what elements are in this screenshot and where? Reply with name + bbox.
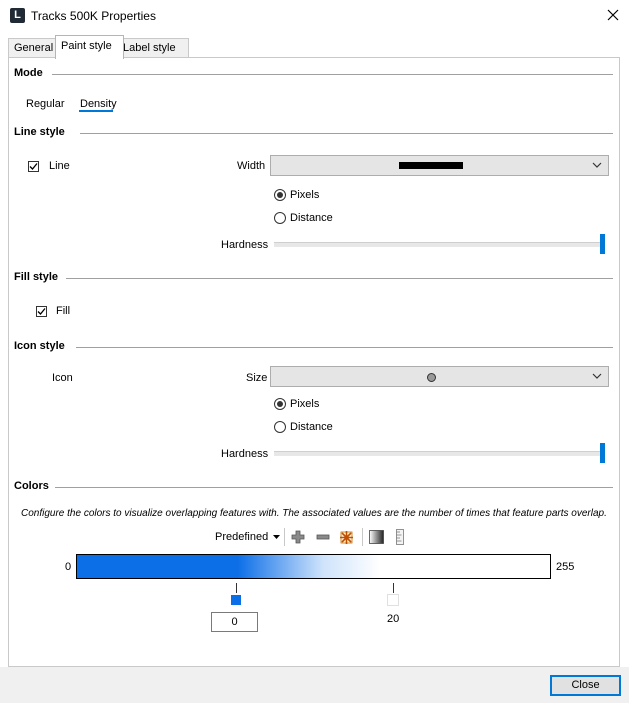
fill-style-section-title: Fill style — [14, 271, 65, 283]
line-unit-pixels-radio[interactable] — [274, 189, 286, 201]
fill-checkbox-label: Fill — [56, 305, 71, 317]
mode-density[interactable]: Density — [80, 98, 117, 110]
width-label: Width — [237, 160, 266, 172]
icon-unit-distance-radio[interactable] — [274, 421, 286, 433]
distribute-stops-icon[interactable] — [339, 530, 354, 545]
line-style-section-title: Line style — [14, 126, 71, 138]
toolbar-separator — [284, 528, 285, 546]
line-unit-distance-label: Distance — [290, 212, 333, 224]
add-stop-icon[interactable] — [291, 530, 305, 544]
icon-hardness-label: Hardness — [221, 448, 269, 460]
close-icon[interactable] — [604, 6, 622, 24]
icon-unit-pixels-radio[interactable] — [274, 398, 286, 410]
mode-regular[interactable]: Regular — [26, 98, 65, 110]
icon-hardness-slider[interactable] — [274, 451, 604, 456]
range-max-label: 255 — [556, 561, 575, 573]
line-width-preview — [399, 162, 463, 169]
predefined-label: Predefined — [215, 531, 269, 543]
title-bar: L Tracks 500K Properties — [0, 0, 629, 31]
line-checkbox-label: Line — [49, 160, 70, 172]
line-hardness-label: Hardness — [221, 239, 269, 251]
icon-hardness-thumb[interactable] — [600, 443, 605, 463]
stop-value-input[interactable]: 0 — [211, 612, 258, 632]
check-icon — [37, 308, 46, 315]
range-min-label: 0 — [65, 561, 72, 573]
line-hardness-thumb[interactable] — [600, 234, 605, 254]
color-stop-marker-line — [393, 583, 394, 593]
check-icon — [29, 163, 38, 170]
colors-section-title: Colors — [14, 480, 55, 492]
color-gradient-bar[interactable] — [76, 554, 551, 579]
line-hardness-slider[interactable] — [274, 242, 604, 247]
icon-style-divider — [76, 347, 613, 348]
color-stop-2[interactable] — [387, 594, 399, 606]
color-stop-1[interactable] — [230, 594, 242, 606]
line-style-divider — [80, 133, 613, 134]
stop-2-value-label: 20 — [387, 613, 400, 625]
mode-divider — [52, 74, 613, 75]
tab-paint-style[interactable]: Paint style — [55, 35, 124, 59]
line-unit-distance-radio[interactable] — [274, 212, 286, 224]
icon-size-label: Size — [246, 372, 268, 384]
tab-general-label: General — [14, 42, 54, 54]
tab-paint-style-label: Paint style — [61, 40, 112, 52]
close-button-label: Close — [571, 679, 600, 691]
chevron-down-icon — [592, 373, 602, 379]
gradient-icon[interactable] — [369, 530, 384, 544]
icon-label: Icon — [52, 372, 73, 384]
mode-section-title: Mode — [14, 67, 49, 79]
close-button[interactable]: Close — [550, 675, 621, 696]
icon-size-preview — [427, 373, 436, 382]
mode-selected-indicator — [79, 110, 113, 112]
icon-unit-distance-label: Distance — [290, 421, 333, 433]
chevron-down-icon — [592, 162, 602, 168]
dialog-footer — [0, 667, 629, 703]
tab-label-style-label: Label style — [123, 42, 176, 54]
tab-label-style[interactable]: Label style — [117, 38, 189, 58]
icon-unit-pixels-label: Pixels — [290, 398, 320, 410]
remove-stop-icon[interactable] — [316, 530, 330, 544]
predefined-dropdown[interactable]: Predefined — [215, 531, 281, 543]
width-dropdown[interactable] — [270, 155, 609, 176]
fill-checkbox[interactable] — [36, 306, 47, 317]
line-unit-pixels-label: Pixels — [290, 189, 320, 201]
app-icon: L — [10, 8, 25, 23]
caret-down-icon — [273, 534, 281, 539]
toolbar-separator — [362, 528, 363, 546]
icon-style-section-title: Icon style — [14, 340, 71, 352]
color-stop-marker-line — [236, 583, 237, 593]
line-checkbox[interactable] — [28, 161, 39, 172]
icon-size-dropdown[interactable] — [270, 366, 609, 387]
window-title: Tracks 500K Properties — [31, 9, 156, 23]
colors-divider — [55, 487, 613, 488]
tab-general[interactable]: General — [8, 38, 62, 58]
ruler-icon[interactable] — [396, 529, 404, 545]
colors-description: Configure the colors to visualize overla… — [21, 508, 607, 519]
fill-style-divider — [66, 278, 613, 279]
